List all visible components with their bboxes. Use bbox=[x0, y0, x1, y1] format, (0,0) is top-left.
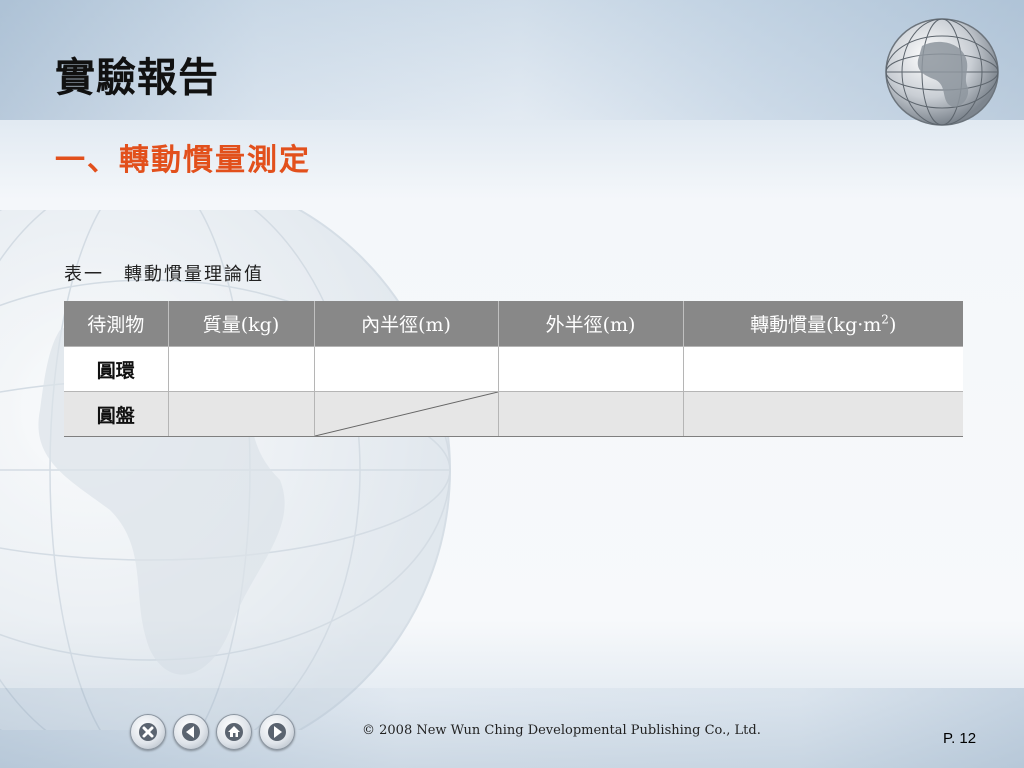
moment-of-inertia-header-text: 轉動慣量(kg·m bbox=[750, 314, 882, 336]
copyright-notice: © 2008 New Wun Ching Developmental Publi… bbox=[362, 723, 761, 738]
slide-title: 實驗報告 bbox=[55, 54, 219, 101]
column-header-moment-of-inertia: 轉動慣量(kg·m2) bbox=[683, 301, 963, 347]
moment-of-inertia-cell bbox=[682, 346, 963, 392]
table-caption: 表一 轉動慣量理論值 bbox=[64, 264, 264, 285]
previous-slide-button[interactable] bbox=[173, 714, 209, 750]
page-number: P. 12 bbox=[943, 730, 977, 747]
moment-of-inertia-table: 待測物 質量(kg) 內半徑(m) 外半徑(m) 轉動慣量(kg·m2) 圓環 … bbox=[64, 301, 963, 437]
previous-icon bbox=[182, 723, 200, 741]
column-header-outer-radius: 外半徑(m) bbox=[498, 301, 684, 347]
home-icon bbox=[225, 723, 243, 741]
column-header-object: 待測物 bbox=[64, 301, 169, 347]
mass-cell bbox=[167, 391, 315, 437]
moment-of-inertia-header-exponent: 2 bbox=[881, 312, 889, 327]
table-header-row: 待測物 質量(kg) 內半徑(m) 外半徑(m) 轉動慣量(kg·m2) bbox=[64, 301, 963, 347]
inner-radius-cell bbox=[313, 346, 499, 392]
diagonal-strike-line bbox=[314, 392, 498, 436]
section-subtitle: 一、轉動慣量測定 bbox=[55, 143, 311, 178]
table-row: 圓環 bbox=[64, 346, 963, 392]
table-row: 圓盤 bbox=[64, 391, 963, 437]
close-button[interactable] bbox=[130, 714, 166, 750]
row-object-label: 圓盤 bbox=[64, 391, 169, 437]
column-header-mass: 質量(kg) bbox=[168, 301, 315, 347]
outer-radius-cell bbox=[497, 346, 684, 392]
moment-of-inertia-cell bbox=[682, 391, 963, 437]
mass-cell bbox=[167, 346, 315, 392]
close-icon bbox=[139, 723, 157, 741]
outer-radius-cell bbox=[497, 391, 684, 437]
row-object-label: 圓環 bbox=[64, 346, 169, 392]
inner-radius-cell-not-applicable bbox=[313, 391, 499, 437]
background-globe-watermark bbox=[0, 210, 451, 730]
next-icon bbox=[268, 723, 286, 741]
next-slide-button[interactable] bbox=[259, 714, 295, 750]
globe-logo-icon bbox=[885, 18, 999, 126]
moment-of-inertia-header-suffix: ) bbox=[888, 314, 897, 336]
column-header-inner-radius: 內半徑(m) bbox=[314, 301, 499, 347]
home-button[interactable] bbox=[216, 714, 252, 750]
